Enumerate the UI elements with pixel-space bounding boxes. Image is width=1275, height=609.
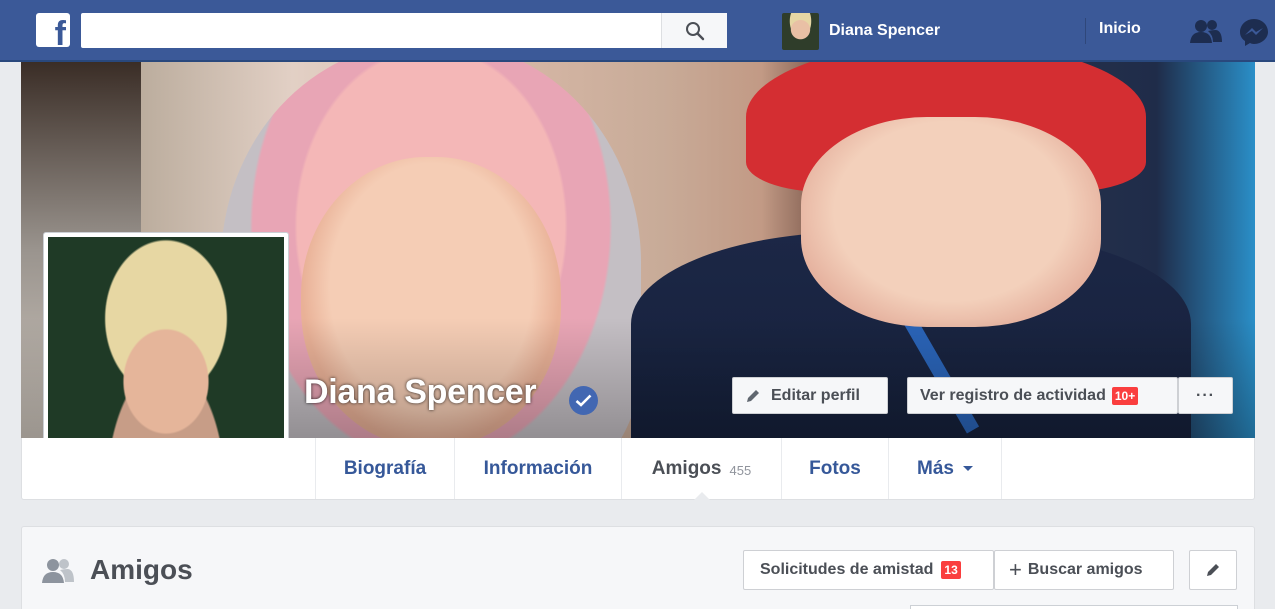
friend-requests-label: Solicitudes de amistad [760, 561, 934, 578]
tab-biografia[interactable]: Biografía [316, 438, 455, 499]
plus-icon: + [1009, 557, 1022, 582]
top-navigation-bar: f Diana Spencer Inicio [0, 0, 1275, 62]
avatar [782, 12, 819, 50]
find-friends-button[interactable]: + Buscar amigos [994, 550, 1174, 590]
tab-label: Más [917, 457, 954, 479]
more-dots-icon: ··· [1196, 386, 1215, 404]
edit-profile-button[interactable]: Editar perfil [732, 377, 888, 414]
edit-friends-button[interactable] [1189, 550, 1237, 590]
tab-label: Biografía [343, 457, 427, 479]
friends-section: Amigos Solicitudes de amistad 13 + Busca… [21, 526, 1255, 609]
pencil-icon [747, 389, 759, 402]
logo-letter: f [54, 15, 66, 47]
home-link[interactable]: Inicio [1099, 20, 1141, 38]
tabs-list: Biografía Información Amigos 455 Fotos M… [315, 438, 1002, 500]
friends-icon [42, 559, 74, 583]
profile-shortcut[interactable]: Diana Spencer [782, 12, 940, 50]
tab-label: Amigos [651, 457, 722, 479]
cover-boy-face [801, 117, 1101, 327]
chevron-down-icon [962, 466, 973, 471]
friend-requests-button[interactable]: Solicitudes de amistad 13 [743, 550, 994, 590]
facebook-logo-icon[interactable]: f [36, 13, 70, 47]
tab-informacion[interactable]: Información [455, 438, 622, 499]
tab-mas[interactable]: Más [889, 438, 1002, 499]
activity-log-label: Ver registro de actividad [920, 386, 1106, 404]
tab-fotos[interactable]: Fotos [782, 438, 889, 499]
tab-label: Fotos [809, 457, 861, 479]
friend-requests-icon[interactable] [1189, 18, 1223, 44]
user-name-label: Diana Spencer [829, 22, 941, 39]
tab-label: Información [483, 457, 593, 479]
profile-name[interactable]: Diana Spencer [304, 373, 537, 412]
messenger-icon[interactable] [1239, 17, 1269, 47]
requests-count-badge: 13 [941, 561, 961, 579]
search-box [81, 13, 727, 48]
search-icon [685, 21, 704, 40]
find-friends-label: Buscar amigos [1027, 561, 1143, 578]
activity-log-button[interactable]: Ver registro de actividad 10+ [907, 377, 1178, 414]
profile-tabs-bar: Biografía Información Amigos 455 Fotos M… [21, 438, 1255, 500]
divider [1085, 18, 1086, 44]
verified-badge-icon [569, 386, 598, 415]
edit-profile-label: Editar perfil [771, 386, 860, 404]
search-input[interactable] [81, 13, 661, 48]
section-title: Amigos [90, 554, 193, 585]
search-button[interactable] [661, 13, 727, 48]
friends-heading: Amigos [40, 554, 193, 586]
activity-badge: 10+ [1111, 386, 1139, 405]
tab-amigos[interactable]: Amigos 455 [622, 438, 782, 500]
more-options-button[interactable]: ··· [1178, 377, 1233, 414]
friends-list-edge [910, 605, 1238, 609]
profile-photo [48, 237, 284, 470]
friend-count: 455 [729, 462, 752, 478]
pencil-icon [1207, 564, 1219, 576]
